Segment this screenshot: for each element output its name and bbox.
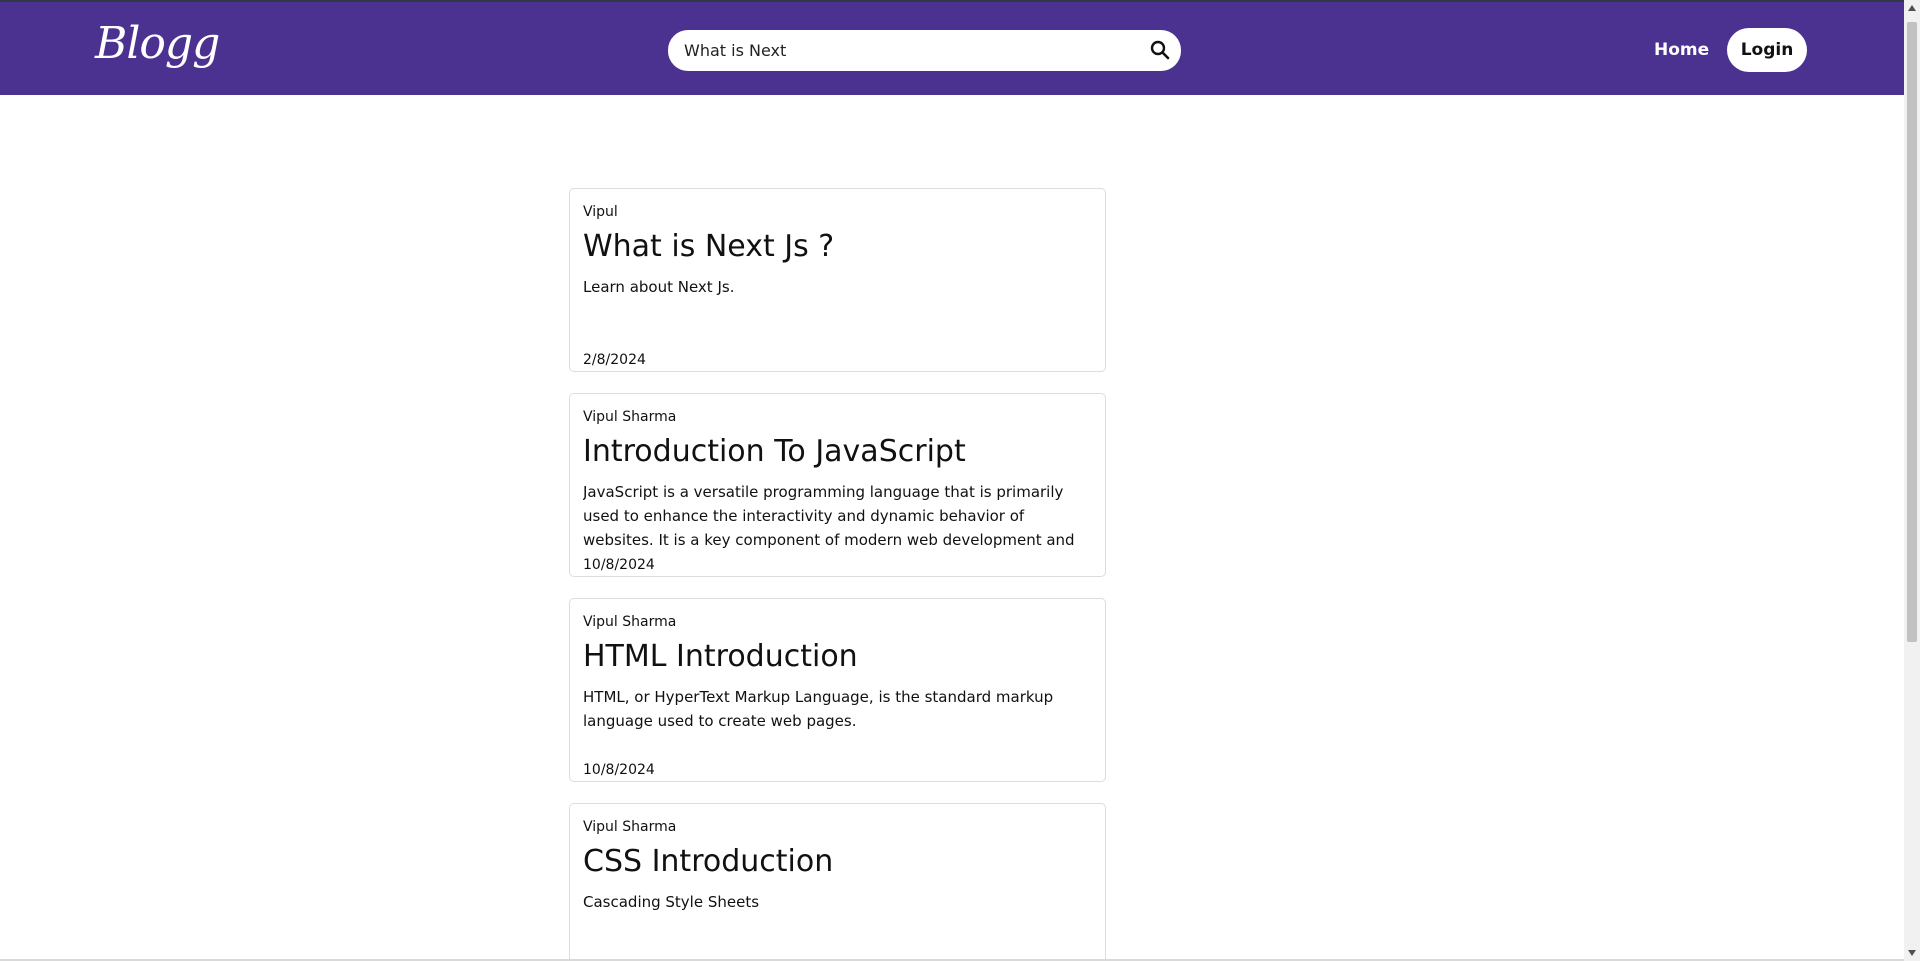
post-description: JavaScript is a versatile programming la… <box>583 483 1075 549</box>
post-description: Learn about Next Js. <box>583 278 735 296</box>
post-title: What is Next Js ? <box>583 229 835 264</box>
post-list: Vipul What is Next Js ? Learn about Next… <box>569 188 1106 961</box>
post-card[interactable]: Vipul Sharma Introduction To JavaScript … <box>569 393 1106 577</box>
post-title: Introduction To JavaScript <box>583 434 966 469</box>
post-description: Cascading Style Sheets <box>583 893 760 911</box>
search-icon[interactable] <box>1148 38 1172 62</box>
post-date: 2/8/2024 <box>583 352 646 368</box>
post-date: 10/8/2024 <box>583 557 655 573</box>
post-card[interactable]: Vipul Sharma HTML Introduction HTML, or … <box>569 598 1106 782</box>
arrow-up-icon[interactable] <box>1904 0 1920 16</box>
search-input[interactable] <box>684 35 1124 66</box>
post-author: Vipul <box>583 204 618 220</box>
post-card[interactable]: Vipul What is Next Js ? Learn about Next… <box>569 188 1106 372</box>
post-author: Vipul Sharma <box>583 614 677 630</box>
post-description: HTML, or HyperText Markup Language, is t… <box>583 688 1054 730</box>
login-button[interactable]: Login <box>1727 28 1807 72</box>
site-header: Blogg Home Login <box>0 2 1904 95</box>
post-date: 10/8/2024 <box>583 762 655 778</box>
nav-home-link[interactable]: Home <box>1654 40 1709 60</box>
search-bar <box>668 30 1181 71</box>
scrollbar-thumb[interactable] <box>1907 22 1917 642</box>
post-author: Vipul Sharma <box>583 819 677 835</box>
page: Blogg Home Login Vipul What is Next Js ?… <box>0 0 1920 961</box>
vertical-scrollbar[interactable] <box>1904 0 1920 961</box>
post-card[interactable]: Vipul Sharma CSS Introduction Cascading … <box>569 803 1106 961</box>
post-title: HTML Introduction <box>583 639 858 674</box>
post-title: CSS Introduction <box>583 844 834 879</box>
arrow-down-icon[interactable] <box>1904 945 1920 961</box>
post-author: Vipul Sharma <box>583 409 677 425</box>
site-logo[interactable]: Blogg <box>95 18 220 69</box>
